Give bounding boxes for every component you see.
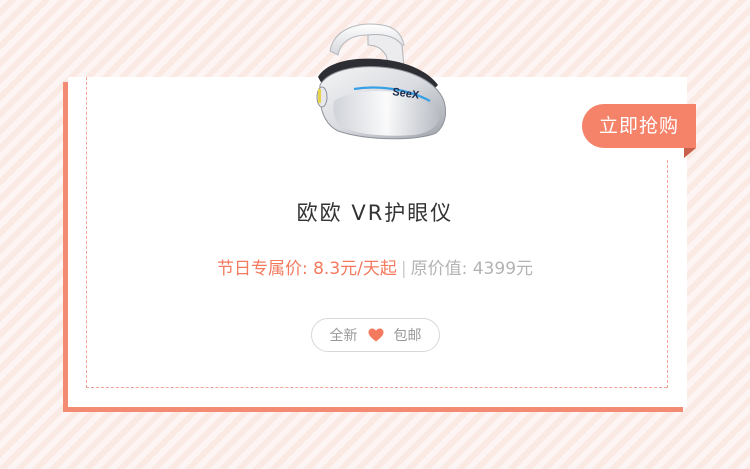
vr-headset-image: SeeX	[316, 23, 447, 140]
original-price: 原价值: 4399元	[410, 259, 534, 279]
heart-icon	[368, 328, 383, 342]
dashed-border-bottom	[86, 387, 667, 388]
tag-new: 全新	[329, 328, 358, 344]
product-title: 欧欧 VR护眼仪	[296, 201, 454, 225]
price-line: 节日专属价: 8.3元/天起 | 原价值: 4399元	[0, 254, 750, 279]
festival-price: 节日专属价: 8.3元/天起	[216, 259, 397, 279]
price-separator: |	[400, 259, 407, 279]
buy-now-button[interactable]: 立即抢购	[582, 104, 696, 148]
tag-free-shipping: 包邮	[393, 328, 422, 344]
badge-fold-corner	[684, 148, 696, 158]
tags-pill: 全新 包邮	[311, 318, 440, 352]
dashed-border-left	[86, 77, 87, 388]
